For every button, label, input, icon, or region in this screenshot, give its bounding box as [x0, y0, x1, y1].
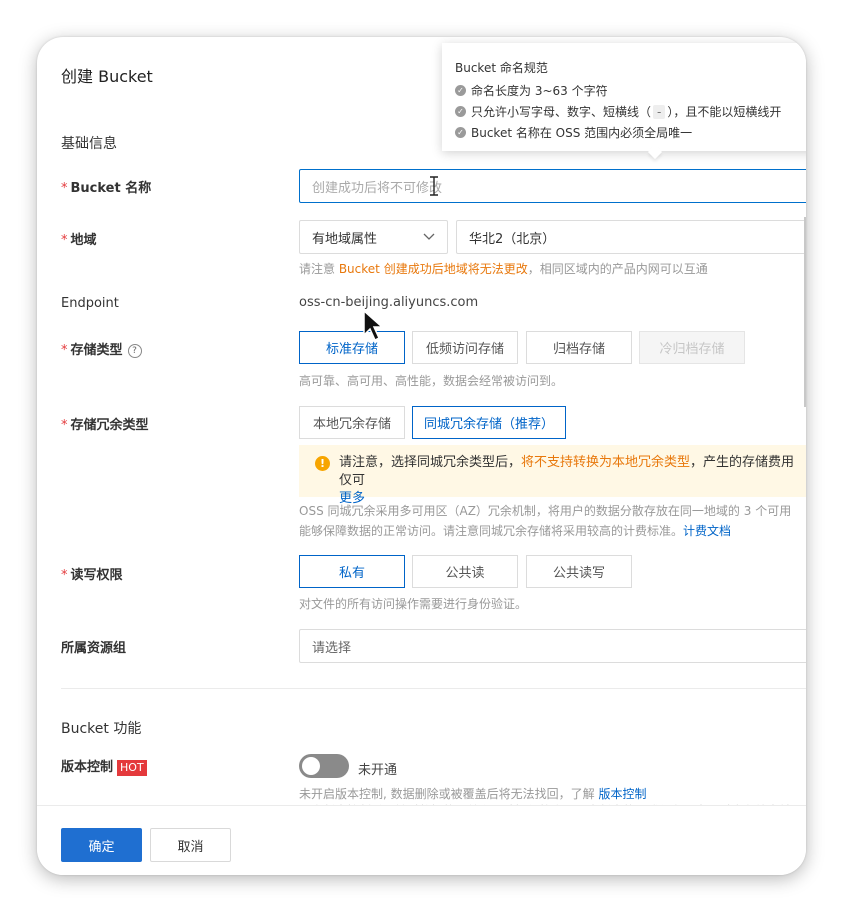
bucket-name-placeholder: 创建成功后将不可修改 [312, 180, 443, 196]
acl-option-public-read-write[interactable]: 公共读写 [526, 555, 632, 588]
tooltip-rule-2-after: ），且不能以短横线开 [667, 105, 782, 119]
warning-highlight: 将不支持转换为本地冗余类型 [521, 455, 691, 470]
naming-rules-tooltip: Bucket 命名规范 ✓ 命名长度为 3~63 个字符 ✓ 只允许小写字母、数字、… [442, 43, 806, 160]
text-cursor-icon [430, 176, 438, 196]
redundancy-label-text: 存储冗余类型 [70, 418, 149, 433]
tooltip-rule-2-before: 只允许小写字母、数字、短横线（ [471, 105, 652, 119]
section-divider [61, 688, 806, 689]
required-mark: * [61, 233, 68, 248]
bucket-name-label-text: Bucket 名称 [70, 181, 152, 196]
mouse-pointer-icon [363, 309, 384, 342]
region-attribute-select[interactable]: 有地域属性 [299, 220, 448, 254]
cancel-button[interactable]: 取消 [150, 828, 231, 862]
region-label: * 地域 [61, 229, 97, 248]
region-hint: 请注意 Bucket 创建成功后地域将无法更改，相同区域内的产品内网可以互通 [299, 260, 708, 277]
region-attribute-value: 有地域属性 [312, 231, 378, 247]
versioning-status: 未开通 [358, 763, 398, 778]
tooltip-rule-2-code: - [653, 104, 666, 119]
storage-option-ia[interactable]: 低频访问存储 [412, 331, 518, 364]
check-circle-icon: ✓ [455, 85, 466, 96]
tooltip-rule-3: ✓ Bucket 名称在 OSS 范围内必须全局唯一 [455, 124, 692, 141]
versioning-doc-link[interactable]: 版本控制 [598, 787, 646, 801]
tooltip-rule-1: ✓ 命名长度为 3~63 个字符 [455, 82, 608, 99]
redundancy-desc-line2: 能够保障数据的正常访问。请注意同城冗余存储将采用较高的计费标准。 [299, 524, 684, 538]
tooltip-arrow [647, 144, 663, 160]
required-mark: * [61, 181, 68, 196]
redundancy-option-lrs[interactable]: 本地冗余存储 [299, 406, 405, 439]
tooltip-rule-3-text: Bucket 名称在 OSS 范围内必须全局唯一 [471, 126, 693, 140]
region-hint-highlight: Bucket 创建成功后地域将无法更改 [338, 262, 528, 276]
versioning-hint: 未开启版本控制, 数据删除或被覆盖后将无法找回，了解 版本控制 [299, 785, 646, 802]
region-label-text: 地域 [70, 233, 97, 248]
storage-class-hint: 高可靠、高可用、高性能，数据会经常被访问到。 [299, 374, 564, 388]
required-mark: * [61, 418, 68, 433]
warning-icon: ! [315, 456, 330, 471]
billing-doc-link[interactable]: 计费文档 [683, 524, 731, 538]
redundancy-option-zrs[interactable]: 同城冗余存储（推荐） [412, 406, 566, 439]
bucket-name-input[interactable]: 创建成功后将不可修改 [299, 169, 806, 203]
acl-option-public-read[interactable]: 公共读 [412, 555, 518, 588]
storage-option-cold-archive: 冷归档存储 [639, 331, 745, 364]
check-circle-icon: ✓ [455, 106, 466, 117]
section-title-basic: 基础信息 [61, 136, 117, 152]
versioning-label-text: 版本控制 [61, 760, 114, 775]
acl-label: * 读写权限 [61, 564, 123, 583]
bucket-name-label: * Bucket 名称 [61, 177, 151, 196]
scrollbar-thumb[interactable] [804, 217, 806, 407]
dialog-title: 创建 Bucket [61, 67, 153, 86]
storage-class-label: * 存储类型? [61, 339, 142, 358]
endpoint-value: oss-cn-beijing.aliyuncs.com [299, 295, 479, 310]
hot-badge: HOT [117, 760, 147, 776]
versioning-hint-prefix: 未开启版本控制, 数据删除或被覆盖后将无法找回，了解 [299, 787, 599, 801]
confirm-button[interactable]: 确定 [61, 828, 142, 862]
required-mark: * [61, 343, 68, 358]
redundancy-warning: ! 请注意，选择同城冗余类型后，将不支持转换为本地冗余类型，产生的存储费用仅可 … [299, 445, 806, 506]
check-circle-icon: ✓ [455, 127, 466, 138]
redundancy-description: OSS 同城冗余采用多可用区（AZ）冗余机制，将用户的数据分散存放在同一地域的 … [299, 501, 806, 541]
region-hint-suffix: ，相同区域内的产品内网可以互通 [527, 262, 708, 276]
toggle-knob [302, 757, 320, 775]
resource-group-label: 所属资源组 [61, 641, 127, 656]
storage-option-standard[interactable]: 标准存储 [299, 331, 405, 364]
redundancy-desc-line1: OSS 同城冗余采用多可用区（AZ）冗余机制，将用户的数据分散存放在同一地域的 … [299, 504, 792, 518]
tooltip-rule-1-text: 命名长度为 3~63 个字符 [471, 84, 608, 98]
required-mark: * [61, 568, 68, 583]
resource-group-placeholder: 请选择 [312, 640, 352, 656]
section-title-features: Bucket 功能 [61, 721, 142, 737]
region-hint-prefix: 请注意 [299, 262, 339, 276]
region-value: 华北2（北京） [469, 231, 556, 247]
chevron-down-icon [423, 233, 435, 240]
storage-option-archive[interactable]: 归档存储 [526, 331, 632, 364]
storage-class-label-text: 存储类型 [70, 343, 123, 358]
versioning-toggle[interactable] [299, 754, 349, 778]
acl-hint: 对文件的所有访问操作需要进行身份验证。 [299, 597, 528, 611]
help-icon[interactable]: ? [127, 343, 142, 358]
endpoint-label: Endpoint [61, 296, 119, 311]
redundancy-label: * 存储冗余类型 [61, 414, 149, 433]
tooltip-title: Bucket 命名规范 [455, 61, 548, 75]
warning-prefix: 请注意，选择同城冗余类型后， [339, 455, 522, 470]
tooltip-rule-2: ✓ 只允许小写字母、数字、短横线（ - ），且不能以短横线开 [455, 103, 781, 120]
acl-option-private[interactable]: 私有 [299, 555, 405, 588]
versioning-label: 版本控制 HOT [61, 756, 147, 776]
acl-label-text: 读写权限 [70, 568, 123, 583]
resource-group-select[interactable]: 请选择 [299, 629, 806, 663]
region-select[interactable]: 华北2（北京） [456, 220, 806, 254]
create-bucket-dialog: 创建 Bucket 基础信息 * Bucket 名称 创建成功后将不可修改 * 地域… [37, 37, 806, 875]
dialog-footer: 确定 取消 [37, 805, 806, 875]
